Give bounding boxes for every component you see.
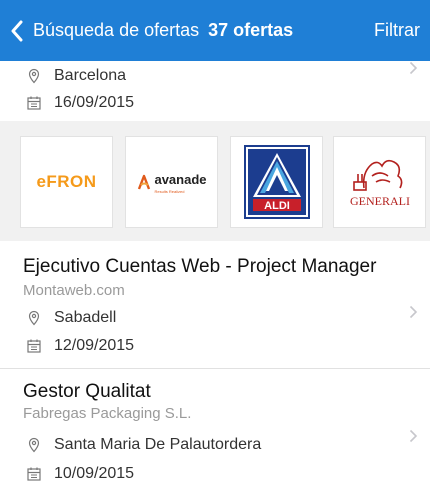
disclosure-indicator <box>409 429 418 448</box>
list-item[interactable]: Barcelona 16/09/2015 <box>0 61 430 121</box>
date-text: 12/09/2015 <box>54 337 135 354</box>
offer-title: Gestor Qualitat <box>23 381 151 402</box>
chevron-right-icon <box>409 429 418 443</box>
aldi-logo: ALDI <box>243 145 310 219</box>
chevron-right-icon <box>409 61 418 75</box>
offer-company: Montaweb.com <box>23 282 125 299</box>
offer-location: Santa Maria De Palautordera <box>26 436 261 454</box>
calendar-icon <box>27 467 41 481</box>
calendar-icon <box>27 96 41 110</box>
calendar-icon <box>27 339 41 353</box>
location-text: Santa Maria De Palautordera <box>54 436 262 453</box>
avanade-mark-icon <box>138 174 151 190</box>
filter-button[interactable]: Filtrar <box>374 20 430 41</box>
location-text: Barcelona <box>54 67 127 84</box>
offer-company: Fabregas Packaging S.L. <box>23 405 192 422</box>
back-button[interactable] <box>0 0 24 61</box>
results-count: 37 ofertas <box>208 20 294 40</box>
company-logo-aldi[interactable]: ALDI <box>230 136 323 228</box>
date-text: 16/09/2015 <box>54 94 135 111</box>
date-text: 10/09/2015 <box>54 465 135 482</box>
offer-title: Ejecutivo Cuentas Web - Project Manager <box>23 256 377 277</box>
offer-location: Barcelona <box>26 67 126 85</box>
chevron-left-icon <box>11 20 23 41</box>
list-item[interactable]: Gestor Qualitat Fabregas Packaging S.L. … <box>0 369 430 494</box>
offer-location: Sabadell <box>26 309 116 327</box>
location-pin-icon <box>28 68 40 84</box>
offer-date: 12/09/2015 <box>26 337 134 355</box>
offer-date: 16/09/2015 <box>26 94 134 112</box>
location-text: Sabadell <box>54 309 117 326</box>
avanade-wordmark: avanade <box>154 171 207 187</box>
chevron-right-icon <box>409 305 418 319</box>
generali-logo: GENERALI <box>350 159 410 208</box>
company-logo-generali[interactable]: GENERALI <box>333 136 426 228</box>
avanade-logo: avanade Results Realized <box>136 171 207 194</box>
disclosure-indicator <box>409 61 418 80</box>
efron-logo: eFRON <box>36 172 97 191</box>
company-logo-avanade[interactable]: avanade Results Realized <box>125 136 218 228</box>
featured-companies-carousel[interactable]: eFRON avanade Results Realized ALDI GENE… <box>0 121 430 241</box>
location-pin-icon <box>28 437 40 453</box>
aldi-wordmark: ALDI <box>264 200 290 212</box>
offer-date: 10/09/2015 <box>26 465 134 483</box>
avanade-tagline: Results Realized <box>154 188 185 194</box>
location-pin-icon <box>28 310 40 326</box>
page-title: Búsqueda de ofertas <box>33 20 200 40</box>
list-item[interactable]: Ejecutivo Cuentas Web - Project Manager … <box>0 241 430 368</box>
navigation-bar: Búsqueda de ofertas 37 ofertas Filtrar <box>0 0 430 61</box>
generali-wordmark: GENERALI <box>350 194 410 208</box>
disclosure-indicator <box>409 305 418 324</box>
company-logo-efron[interactable]: eFRON <box>20 136 113 228</box>
